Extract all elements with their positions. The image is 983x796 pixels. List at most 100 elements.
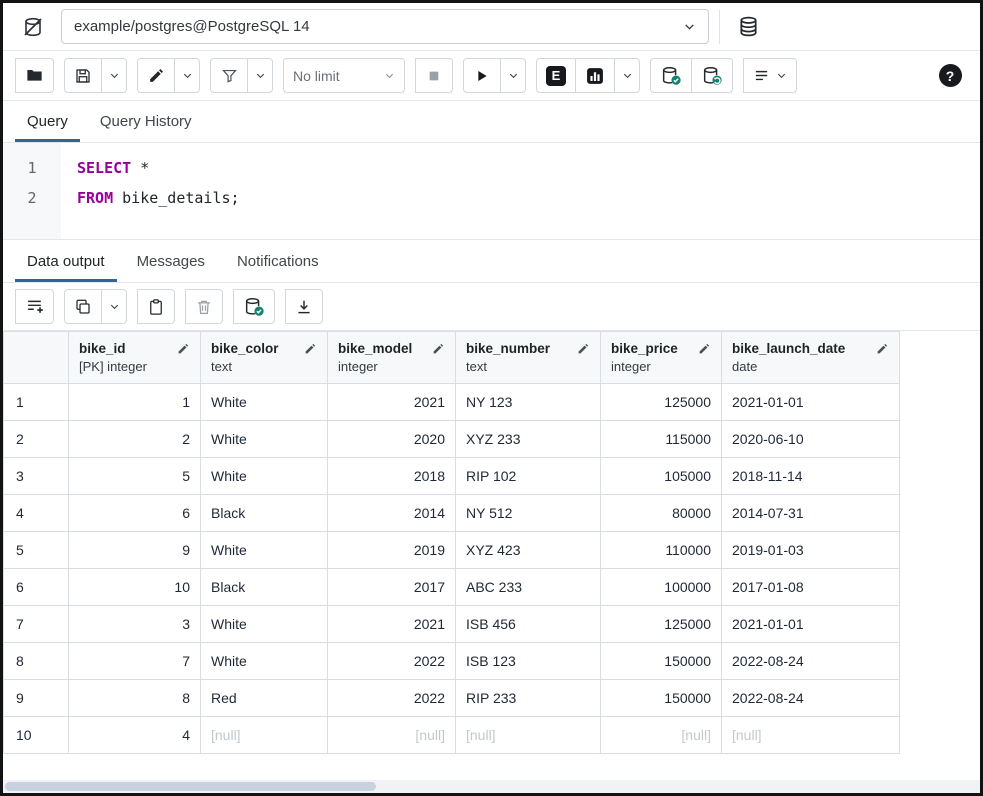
cell-bike_model[interactable]: 2020 — [328, 421, 456, 458]
execute-options-button[interactable] — [500, 58, 526, 93]
cell-bike_color[interactable]: White — [201, 606, 328, 643]
select-all-corner[interactable] — [4, 332, 69, 384]
copy-button[interactable] — [64, 289, 102, 324]
cell-bike_id[interactable]: 9 — [69, 532, 201, 569]
row-number[interactable]: 3 — [4, 458, 69, 495]
tab-notifications[interactable]: Notifications — [221, 240, 335, 282]
copy-options-button[interactable] — [101, 289, 127, 324]
connection-status-button[interactable] — [15, 9, 51, 45]
cell-bike_model[interactable]: [null] — [328, 717, 456, 754]
download-csv-button[interactable] — [285, 289, 323, 324]
row-number[interactable]: 6 — [4, 569, 69, 606]
cell-bike_price[interactable]: 125000 — [601, 606, 722, 643]
cell-bike_id[interactable]: 8 — [69, 680, 201, 717]
cell-bike_price[interactable]: 100000 — [601, 569, 722, 606]
edit-options-button[interactable] — [174, 58, 200, 93]
explain-button[interactable]: E — [536, 58, 576, 93]
cell-bike_color[interactable]: Black — [201, 569, 328, 606]
cell-bike_number[interactable]: RIP 102 — [456, 458, 601, 495]
add-row-button[interactable] — [15, 289, 54, 324]
row-number[interactable]: 8 — [4, 643, 69, 680]
edit-column-icon[interactable] — [304, 342, 317, 355]
row-limit-select[interactable]: No limit — [283, 58, 405, 93]
cell-bike_price[interactable]: 150000 — [601, 680, 722, 717]
cancel-query-button[interactable] — [415, 58, 453, 93]
cell-bike_launch_date[interactable]: 2021-01-01 — [722, 606, 900, 643]
row-number[interactable]: 1 — [4, 384, 69, 421]
row-number[interactable]: 9 — [4, 680, 69, 717]
column-header-bike_id[interactable]: bike_id[PK] integer — [69, 332, 201, 384]
cell-bike_id[interactable]: 4 — [69, 717, 201, 754]
cell-bike_id[interactable]: 2 — [69, 421, 201, 458]
cell-bike_color[interactable]: Red — [201, 680, 328, 717]
tab-query-history[interactable]: Query History — [84, 101, 208, 142]
open-file-button[interactable] — [15, 58, 54, 93]
cell-bike_number[interactable]: NY 512 — [456, 495, 601, 532]
macros-button[interactable] — [743, 58, 797, 93]
edit-column-icon[interactable] — [698, 342, 711, 355]
tab-data-output[interactable]: Data output — [11, 240, 121, 282]
cell-bike_price[interactable]: 150000 — [601, 643, 722, 680]
rollback-button[interactable] — [691, 58, 733, 93]
horizontal-scrollbar[interactable] — [3, 780, 980, 793]
cell-bike_price[interactable]: 80000 — [601, 495, 722, 532]
cell-bike_color[interactable]: White — [201, 532, 328, 569]
cell-bike_model[interactable]: 2021 — [328, 606, 456, 643]
cell-bike_model[interactable]: 2022 — [328, 680, 456, 717]
cell-bike_model[interactable]: 2021 — [328, 384, 456, 421]
sql-editor[interactable]: 12 SELECT *FROM bike_details; — [3, 143, 980, 239]
row-number[interactable]: 10 — [4, 717, 69, 754]
column-header-bike_color[interactable]: bike_colortext — [201, 332, 328, 384]
paste-button[interactable] — [137, 289, 175, 324]
cell-bike_number[interactable]: ABC 233 — [456, 569, 601, 606]
code-line[interactable]: FROM bike_details; — [77, 183, 980, 213]
cell-bike_id[interactable]: 7 — [69, 643, 201, 680]
connection-select[interactable]: example/postgres@PostgreSQL 14 — [61, 9, 709, 44]
cell-bike_number[interactable]: [null] — [456, 717, 601, 754]
cell-bike_model[interactable]: 2022 — [328, 643, 456, 680]
column-header-bike_launch_date[interactable]: bike_launch_datedate — [722, 332, 900, 384]
cell-bike_id[interactable]: 6 — [69, 495, 201, 532]
cell-bike_number[interactable]: XYZ 423 — [456, 532, 601, 569]
cell-bike_number[interactable]: ISB 456 — [456, 606, 601, 643]
cell-bike_model[interactable]: 2018 — [328, 458, 456, 495]
row-number[interactable]: 7 — [4, 606, 69, 643]
filter-options-button[interactable] — [247, 58, 273, 93]
cell-bike_launch_date[interactable]: 2022-08-24 — [722, 680, 900, 717]
cell-bike_id[interactable]: 1 — [69, 384, 201, 421]
cell-bike_number[interactable]: ISB 123 — [456, 643, 601, 680]
cell-bike_number[interactable]: XYZ 233 — [456, 421, 601, 458]
cell-bike_number[interactable]: NY 123 — [456, 384, 601, 421]
cell-bike_price[interactable]: 125000 — [601, 384, 722, 421]
save-file-button[interactable] — [64, 58, 102, 93]
cell-bike_price[interactable]: 115000 — [601, 421, 722, 458]
save-options-button[interactable] — [101, 58, 127, 93]
cell-bike_launch_date[interactable]: 2018-11-14 — [722, 458, 900, 495]
column-header-bike_model[interactable]: bike_modelinteger — [328, 332, 456, 384]
cell-bike_launch_date[interactable]: 2022-08-24 — [722, 643, 900, 680]
explain-analyze-button[interactable] — [575, 58, 615, 93]
edit-column-icon[interactable] — [876, 342, 889, 355]
cell-bike_color[interactable]: Black — [201, 495, 328, 532]
scrollbar-thumb[interactable] — [5, 782, 376, 791]
column-header-bike_price[interactable]: bike_priceinteger — [601, 332, 722, 384]
edit-column-icon[interactable] — [432, 342, 445, 355]
code-line[interactable]: SELECT * — [77, 153, 980, 183]
cell-bike_price[interactable]: [null] — [601, 717, 722, 754]
sql-code[interactable]: SELECT *FROM bike_details; — [61, 143, 980, 239]
edit-column-icon[interactable] — [177, 342, 190, 355]
column-header-bike_number[interactable]: bike_numbertext — [456, 332, 601, 384]
cell-bike_price[interactable]: 105000 — [601, 458, 722, 495]
new-connection-button[interactable] — [730, 9, 766, 45]
cell-bike_launch_date[interactable]: 2014-07-31 — [722, 495, 900, 532]
cell-bike_color[interactable]: White — [201, 458, 328, 495]
save-data-changes-button[interactable] — [233, 289, 275, 324]
row-number[interactable]: 2 — [4, 421, 69, 458]
cell-bike_launch_date[interactable]: [null] — [722, 717, 900, 754]
cell-bike_id[interactable]: 5 — [69, 458, 201, 495]
edit-column-icon[interactable] — [577, 342, 590, 355]
row-number[interactable]: 4 — [4, 495, 69, 532]
filter-button[interactable] — [210, 58, 248, 93]
explain-options-button[interactable] — [614, 58, 640, 93]
execute-button[interactable] — [463, 58, 501, 93]
